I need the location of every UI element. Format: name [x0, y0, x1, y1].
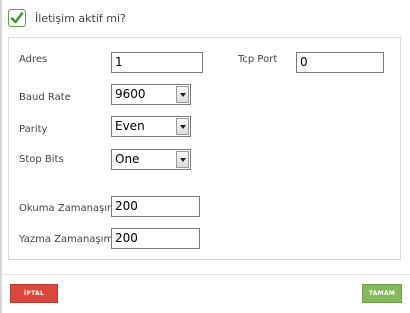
chevron-down-icon[interactable] [176, 118, 189, 135]
baud-rate-value: 9600 [115, 87, 146, 101]
active-toggle-row[interactable]: İletişim aktif mi? [8, 6, 126, 30]
parity-label: Parity [19, 124, 48, 135]
active-checkbox[interactable] [8, 9, 26, 27]
read-timeout-input[interactable]: 200 [111, 196, 200, 217]
stop-bits-label: Stop Bits [19, 154, 64, 165]
connection-settings-panel: Adres 1 Tcp Port 0 Baud Rate 9600 Parity… [8, 37, 401, 260]
window-left-border [0, 0, 2, 313]
parity-value: Even [115, 119, 145, 133]
chevron-down-icon[interactable] [176, 86, 189, 103]
footer-divider [2, 274, 410, 275]
write-timeout-label: Yazma Zamanaşımı [19, 234, 116, 245]
write-timeout-input[interactable]: 200 [111, 228, 200, 249]
cancel-button[interactable]: İPTAL [10, 284, 58, 303]
address-input[interactable]: 1 [111, 52, 203, 73]
read-timeout-label: Okuma Zamanaşımı [19, 203, 120, 214]
tcp-port-label: Tcp Port [238, 54, 278, 65]
chevron-down-icon[interactable] [176, 151, 189, 168]
parity-select[interactable]: Even [111, 116, 191, 137]
baud-rate-select[interactable]: 9600 [111, 84, 191, 105]
checkmark-icon [10, 12, 24, 24]
ok-button[interactable]: TAMAM [362, 284, 402, 303]
baud-rate-label: Baud Rate [19, 92, 71, 103]
tcp-port-input[interactable]: 0 [296, 52, 384, 73]
address-label: Adres [19, 54, 48, 65]
stop-bits-value: One [115, 152, 140, 166]
settings-window: İletişim aktif mi? Adres 1 Tcp Port 0 Ba… [0, 0, 410, 313]
stop-bits-select[interactable]: One [111, 149, 191, 170]
active-checkbox-label: İletişim aktif mi? [35, 11, 126, 25]
